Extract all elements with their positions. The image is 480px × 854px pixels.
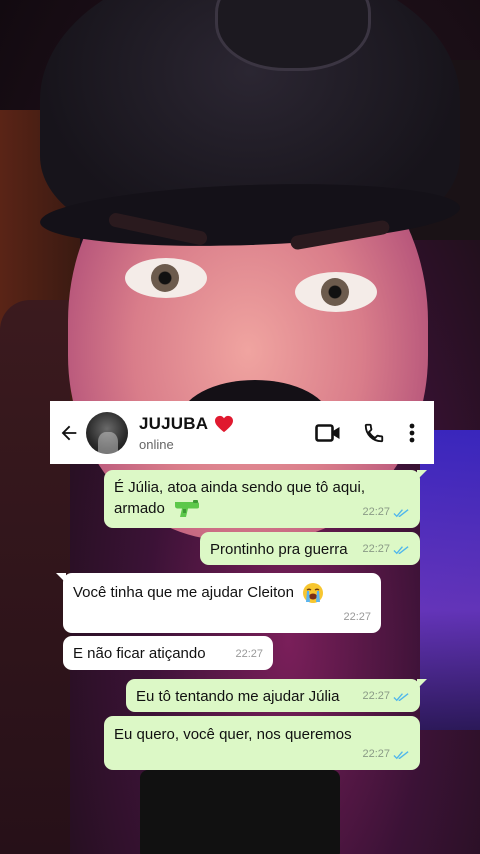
message-meta: 22:27 bbox=[362, 744, 410, 765]
message-text: Eu quero, você quer, nos queremos bbox=[114, 726, 352, 743]
right-eye bbox=[295, 272, 377, 312]
arrow-left-icon bbox=[61, 425, 77, 440]
message-list: É Júlia, atoa ainda sendo que tô aqui, a… bbox=[50, 464, 434, 774]
contact-avatar[interactable] bbox=[86, 411, 128, 454]
message-time: 22:27 bbox=[362, 748, 390, 760]
double-check-icon bbox=[393, 692, 409, 701]
left-eye bbox=[125, 258, 207, 298]
contact-name-row: JUJUBA bbox=[139, 414, 234, 434]
cap-logo bbox=[215, 0, 371, 71]
message-time: 22:27 bbox=[235, 648, 263, 660]
message-time: 22:27 bbox=[362, 690, 390, 702]
message-outgoing[interactable]: Eu tô tentando me ajudar Júlia 22:27 bbox=[126, 679, 427, 712]
back-button[interactable] bbox=[52, 401, 86, 464]
microphone-stand bbox=[140, 770, 340, 854]
video-camera-icon bbox=[315, 423, 340, 442]
message-incoming[interactable]: Você tinha que me ajudar Cleiton 22:27 bbox=[56, 573, 381, 633]
message-outgoing[interactable]: Eu quero, você quer, nos queremos 22:27 bbox=[104, 716, 420, 770]
message-meta: 22:27 bbox=[362, 502, 410, 523]
message-text-row: Você tinha que me ajudar Cleiton bbox=[73, 582, 371, 604]
message-time: 22:27 bbox=[362, 506, 390, 518]
phone-icon bbox=[364, 423, 384, 442]
contact-status: online bbox=[139, 436, 174, 452]
video-call-button[interactable] bbox=[314, 423, 342, 443]
water-pistol-icon bbox=[175, 500, 200, 518]
double-check-icon bbox=[393, 750, 409, 759]
voice-call-button[interactable] bbox=[362, 422, 386, 444]
message-time: 22:27 bbox=[362, 543, 390, 555]
more-options-button[interactable] bbox=[408, 423, 416, 443]
double-check-icon bbox=[393, 545, 409, 554]
message-text: É Júlia, atoa ainda sendo que tô aqui, bbox=[114, 479, 366, 496]
contact-name: JUJUBA bbox=[139, 413, 209, 433]
double-check-icon bbox=[393, 508, 409, 517]
message-text: Você tinha que me ajudar Cleiton bbox=[73, 584, 294, 601]
message-meta: 22:27 bbox=[362, 686, 410, 707]
message-meta: 22:27 bbox=[343, 607, 371, 628]
contact-info[interactable]: JUJUBA online bbox=[139, 414, 234, 452]
message-outgoing[interactable]: É Júlia, atoa ainda sendo que tô aqui, a… bbox=[104, 470, 427, 528]
message-outgoing[interactable]: Prontinho pra guerra 22:27 bbox=[200, 532, 420, 565]
red-heart-icon bbox=[215, 415, 234, 432]
more-vertical-icon bbox=[409, 423, 415, 442]
message-time: 22:27 bbox=[343, 611, 371, 623]
message-meta: 22:27 bbox=[362, 539, 410, 560]
chat-header: JUJUBA online bbox=[50, 401, 434, 464]
message-meta: 22:27 bbox=[235, 644, 263, 665]
message-incoming[interactable]: E não ficar atiçando 22:27 bbox=[63, 636, 273, 670]
header-actions bbox=[314, 422, 434, 444]
loudly-crying-face-icon bbox=[303, 583, 324, 604]
